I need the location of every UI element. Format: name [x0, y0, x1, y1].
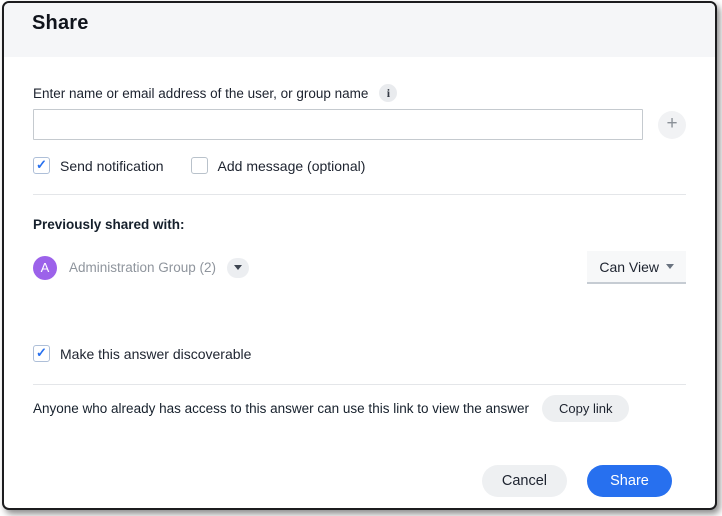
- divider: [33, 194, 686, 195]
- notification-options-row: Send notification Add message (optional): [33, 157, 686, 174]
- dialog-content: Enter name or email address of the user,…: [4, 57, 715, 508]
- send-notification-checkbox[interactable]: [33, 157, 50, 174]
- dialog-header: Share: [4, 3, 715, 57]
- send-notification-label: Send notification: [60, 158, 164, 174]
- chevron-down-icon: [234, 265, 242, 270]
- permission-dropdown[interactable]: Can View: [587, 251, 686, 284]
- expand-group-button[interactable]: [227, 258, 249, 278]
- chevron-down-icon: [666, 264, 674, 269]
- shared-entry-row: A Administration Group (2) Can View: [33, 251, 686, 284]
- dialog-title: Share: [32, 12, 715, 35]
- divider: [33, 384, 686, 385]
- recipient-input[interactable]: [33, 109, 643, 140]
- dialog-footer: Cancel Share: [33, 465, 686, 497]
- info-icon[interactable]: i: [379, 84, 397, 102]
- discoverable-label: Make this answer discoverable: [60, 346, 251, 362]
- discoverable-option[interactable]: Make this answer discoverable: [33, 345, 251, 362]
- add-message-option[interactable]: Add message (optional): [191, 157, 366, 174]
- share-dialog: Share Enter name or email address of the…: [2, 1, 717, 510]
- shared-entry-name: Administration Group (2): [69, 260, 216, 275]
- discoverable-row: Make this answer discoverable: [33, 345, 686, 362]
- invite-field-label: Enter name or email address of the user,…: [33, 86, 368, 101]
- add-message-label: Add message (optional): [218, 158, 366, 174]
- discoverable-checkbox[interactable]: [33, 345, 50, 362]
- cancel-button[interactable]: Cancel: [482, 465, 567, 497]
- copy-link-button[interactable]: Copy link: [542, 395, 629, 422]
- permission-dropdown-label: Can View: [599, 259, 659, 275]
- add-recipient-button[interactable]: +: [658, 111, 686, 139]
- invite-input-row: +: [33, 109, 686, 140]
- share-link-text: Anyone who already has access to this an…: [33, 401, 529, 416]
- send-notification-option[interactable]: Send notification: [33, 157, 164, 174]
- previously-shared-heading: Previously shared with:: [33, 217, 686, 232]
- share-button[interactable]: Share: [587, 465, 672, 497]
- share-link-row: Anyone who already has access to this an…: [33, 395, 686, 422]
- add-message-checkbox[interactable]: [191, 157, 208, 174]
- invite-label-row: Enter name or email address of the user,…: [33, 84, 686, 102]
- avatar: A: [33, 256, 57, 280]
